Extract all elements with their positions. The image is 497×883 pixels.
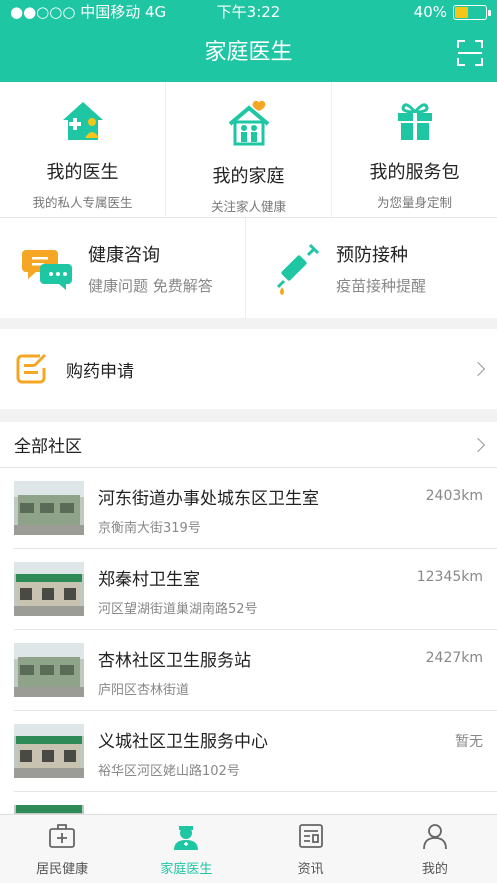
clinic-thumbnail [14,643,84,697]
vaccination-card[interactable]: 预防接种 疫苗接种提醒 [246,218,497,318]
tab-label: 资讯 [297,862,324,877]
my-doctor-card[interactable]: 我的医生 我的私人专属医生 [0,82,166,217]
my-family-card[interactable]: 我的家庭 关注家人健康 [166,82,332,217]
clinic-address: 京衡南大街319号 [98,521,201,536]
buy-medicine-label: 购药申请 [66,361,134,382]
service-subtitle: 疫苗接种提醒 [336,276,427,295]
my-service-package-card[interactable]: 我的服务包 为您量身定制 [332,82,497,217]
feature-title: 我的医生 [46,162,119,183]
clinic-name: 河东街道办事处城东区卫生室 [98,489,319,509]
clinic-distance: 暂无 [455,734,483,750]
clinic-distance: 2403km [425,488,483,504]
feature-title: 我的服务包 [369,162,460,183]
medical-kit-icon [49,824,76,848]
service-title: 预防接种 [336,244,408,266]
chevron-right-icon [470,437,486,452]
service-subtitle: 健康问题 免费解答 [88,276,213,295]
clinic-thumbnail [14,805,84,814]
clinic-name: 杏林社区卫生服务站 [98,651,251,671]
clinic-thumbnail [14,481,84,535]
tab-label: 我的 [421,862,448,877]
clinic-address: 河区望湖街道巢湖南路52号 [98,602,258,617]
battery-icon [453,4,491,20]
edit-form-icon [16,353,47,384]
tab-label: 居民健康 [36,862,89,877]
syringe-icon [276,243,320,295]
clinic-name: 义城社区卫生服务中心 [98,732,268,752]
chevron-right-icon [470,361,486,377]
clinic-distance: 2427km [425,650,483,666]
tab-bar: 居民健康 家庭医生 资讯 我的 [0,814,497,883]
list-item-partial[interactable] [14,792,497,814]
nav-bar: 家庭医生 [0,24,497,82]
battery-percent: 40% [413,3,447,21]
tab-mine[interactable]: 我的 [373,815,497,883]
buy-medicine-row[interactable]: 购药申请 [0,329,497,409]
gift-icon [397,103,432,140]
feature-subtitle: 我的私人专属医生 [32,195,133,210]
feature-subtitle: 关注家人健康 [210,199,286,214]
list-item[interactable]: 杏林社区卫生服务站 庐阳区杏林街道 2427km [14,630,497,711]
doctor-house-icon [62,102,103,140]
feature-title: 我的家庭 [212,166,285,187]
clinic-distance: 12345km [416,569,483,585]
tab-label: 家庭医生 [160,862,213,877]
news-icon [298,824,323,848]
list-item[interactable]: 郑秦村卫生室 河区望湖街道巢湖南路52号 12345km [14,549,497,630]
community-list: 全部社区 河东街道办事处城东区卫生室 京衡南大街319号 2403km 郑秦村卫… [0,422,497,814]
feature-subtitle: 为您量身定制 [376,195,452,210]
battery-indicator: 40% [413,0,491,24]
user-icon [422,824,447,850]
status-bar: ●●○○○ 中国移动 4G 下午3:22 40% [0,0,497,24]
health-consult-card[interactable]: 健康咨询 健康问题 免费解答 [0,218,246,318]
clinic-address: 庐阳区杏林街道 [98,683,190,698]
clinic-address: 裕华区河区姥山路102号 [98,764,240,779]
scan-icon[interactable] [457,40,483,66]
family-house-icon [228,100,269,146]
list-item[interactable]: 河东街道办事处城东区卫生室 京衡南大街319号 2403km [14,468,497,549]
page-title: 家庭医生 [204,40,293,65]
community-header[interactable]: 全部社区 [0,422,497,468]
feature-grid: 我的医生 我的私人专属医生 我的家庭 关注家人健康 我的服务包 为您量身定制 [0,82,497,218]
list-item[interactable]: 义城社区卫生服务中心 裕华区河区姥山路102号 暂无 [14,711,497,792]
tab-resident-health[interactable]: 居民健康 [0,815,124,883]
doctor-icon [174,826,199,850]
clinic-thumbnail [14,562,84,616]
clinic-thumbnail [14,724,84,778]
community-header-label: 全部社区 [14,437,82,457]
clinic-name: 郑秦村卫生室 [98,570,200,590]
service-grid: 健康咨询 健康问题 免费解答 预防接种 疫苗接种提醒 [0,218,497,318]
chat-icon [22,250,72,290]
tab-family-doctor[interactable]: 家庭医生 [124,815,248,883]
service-title: 健康咨询 [88,244,160,266]
tab-news[interactable]: 资讯 [249,815,373,883]
